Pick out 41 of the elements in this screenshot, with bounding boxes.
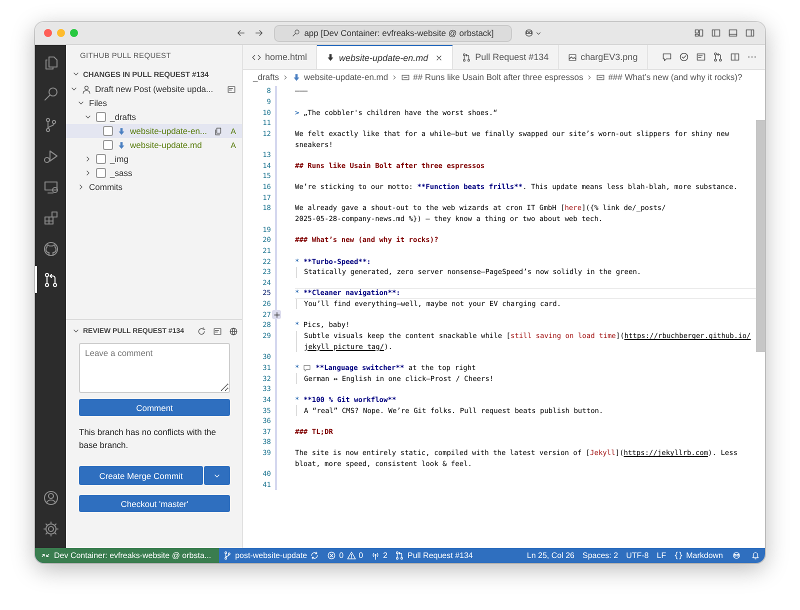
- tree-item[interactable]: _img: [66, 152, 242, 166]
- status-item[interactable]: 2: [367, 551, 392, 560]
- tree-item[interactable]: Files: [66, 96, 242, 110]
- editor-tab[interactable]: website-update-en.md: [317, 45, 454, 69]
- editor-tab[interactable]: Pull Request #134: [453, 45, 559, 69]
- file-name: website-update-en...: [130, 126, 208, 136]
- checkout-button[interactable]: Checkout 'master': [79, 495, 230, 512]
- tree-label: Draft new Post (website upda...: [95, 84, 214, 94]
- status-item[interactable]: LF: [652, 551, 670, 560]
- status-item[interactable]: Pull Request #134: [391, 551, 477, 560]
- merge-status-text: This branch has no conflicts with the base branch.: [79, 426, 218, 452]
- breadcrumb[interactable]: _drafts: [253, 72, 279, 82]
- status-item[interactable]: Spaces: 2: [578, 551, 622, 560]
- tree-item[interactable]: website-update-en... A: [66, 124, 242, 138]
- folder-name: _img: [110, 154, 128, 164]
- breadcrumb[interactable]: ## Runs like Usain Bolt after three espressos: [413, 72, 584, 82]
- merge-button[interactable]: Create Merge Commit: [79, 466, 203, 485]
- comment-field[interactable]: Leave a comment: [79, 343, 230, 393]
- tree-label: Files: [89, 98, 107, 108]
- status-item[interactable]: Ln 25, Col 26: [522, 551, 578, 560]
- status-item[interactable]: 0 0: [323, 551, 368, 560]
- tree-item[interactable]: _sass: [66, 166, 242, 180]
- tree-item[interactable]: Draft new Post (website upda...: [66, 82, 242, 96]
- status-item[interactable]: Markdown: [670, 551, 727, 560]
- folder-name: _sass: [110, 168, 132, 178]
- remote-indicator[interactable]: Dev Container: evfreaks-website @ orbsta...: [35, 548, 220, 563]
- file-name: website-update.md: [130, 140, 202, 150]
- folder-name: _drafts: [110, 112, 136, 122]
- command-center[interactable]: app [Dev Container: evfreaks-website @ orbstack]: [274, 24, 512, 42]
- tree-item[interactable]: Commits: [66, 180, 242, 194]
- status-letter: A: [230, 126, 236, 136]
- editor-tab[interactable]: chargEV3.png: [558, 45, 648, 69]
- status-item[interactable]: UTF-8: [622, 551, 653, 560]
- status-item[interactable]: post-website-update: [219, 551, 324, 560]
- tree-label: Commits: [89, 182, 123, 192]
- breadcrumb[interactable]: website-update-en.md: [304, 72, 388, 82]
- comment-button[interactable]: Comment: [79, 399, 230, 416]
- tree-item[interactable]: _drafts: [66, 110, 242, 124]
- tree-item[interactable]: website-update.md A: [66, 138, 242, 152]
- breadcrumb[interactable]: ### What’s new (and why it rocks)?: [608, 72, 742, 82]
- status-letter: A: [230, 140, 236, 150]
